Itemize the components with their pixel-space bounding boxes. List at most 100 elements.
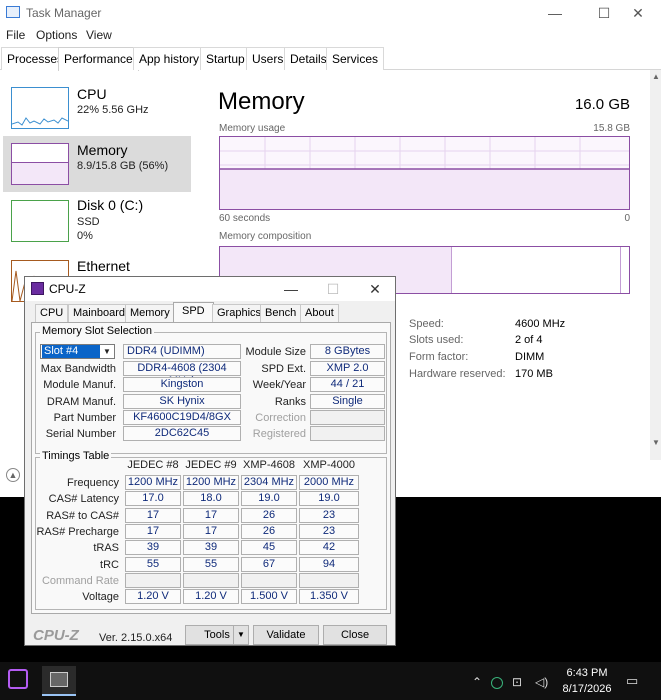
menu-options[interactable]: Options	[36, 28, 77, 42]
cpuz-tab-bench[interactable]: Bench	[260, 304, 302, 322]
timing-cell: 18.0	[183, 491, 239, 507]
timing-cell	[299, 572, 359, 588]
col-jedec8: JEDEC #8	[127, 459, 179, 471]
tab-users[interactable]: Users	[246, 47, 290, 70]
timing-cell: 1200 MHz	[183, 475, 239, 490]
stat-form-factor-value: DIMM	[515, 351, 545, 363]
memory-usage-graph	[219, 136, 630, 210]
week-year-label: Week/Year	[252, 379, 306, 391]
tools-dropdown-icon[interactable]: ▼	[233, 625, 249, 645]
graph-zero-label: 0	[624, 213, 630, 224]
part-number-value: KF4600C19D4/8GX	[123, 410, 241, 425]
module-size-label: Module Size	[245, 346, 306, 358]
cpuz-tab-graphics[interactable]: Graphics	[212, 304, 267, 322]
menu-file[interactable]: File	[6, 28, 25, 42]
correction-value	[310, 410, 385, 425]
slot-select-value: Slot #4	[42, 345, 100, 358]
cpuz-tab-about[interactable]: About	[300, 304, 339, 322]
chevron-up-icon[interactable]: ⌃	[472, 675, 482, 689]
dram-manuf-label: DRAM Manuf.	[46, 396, 116, 408]
clock-date[interactable]: 8/17/2026	[555, 683, 619, 695]
task-manager-titlebar[interactable]: Task Manager — ☐ ✕	[0, 0, 661, 26]
memory-usage-label: Memory usage	[219, 123, 286, 134]
timing-cell: 26	[241, 523, 297, 539]
validate-button[interactable]: Validate	[253, 625, 319, 645]
vertical-scrollbar[interactable]: ▲ ▼	[650, 70, 661, 460]
spd-ext-value: XMP 2.0	[310, 361, 385, 376]
cpuz-tab-mainboard[interactable]: Mainboard	[68, 304, 130, 322]
tab-startup[interactable]: Startup	[200, 47, 251, 70]
sidebar-item-disk[interactable]: Disk 0 (C:) SSD 0%	[3, 193, 191, 249]
network-icon[interactable]: ⊡	[512, 675, 522, 689]
timings-title: Timings Table	[40, 450, 112, 462]
tab-app-history[interactable]: App history	[133, 47, 206, 70]
timing-label: Command Rate	[41, 574, 119, 587]
timing-cell: 1200 MHz	[125, 475, 181, 490]
cpuz-maximize-button[interactable]: ☐	[313, 277, 353, 301]
timing-cell: 94	[299, 556, 359, 572]
start-icon[interactable]	[8, 669, 28, 689]
max-bandwidth-label: Max Bandwidth	[40, 363, 116, 375]
module-manuf-value: Kingston	[123, 377, 241, 392]
taskbar-app-taskmanager[interactable]	[42, 666, 76, 696]
timing-cell: 55	[183, 556, 239, 572]
slot-selection-title: Memory Slot Selection	[40, 325, 155, 337]
cpuz-logo: CPU-Z	[33, 627, 79, 644]
status-circle-icon[interactable]	[491, 677, 503, 689]
memory-graph	[11, 143, 69, 185]
scroll-down-icon[interactable]: ▼	[652, 438, 660, 447]
serial-number-label: Serial Number	[45, 428, 116, 440]
slot-select[interactable]: Slot #4 ▼	[40, 344, 115, 359]
close-button[interactable]: ✕	[615, 0, 661, 26]
ranks-label: Ranks	[274, 396, 306, 408]
cpuz-tab-spd[interactable]: SPD	[173, 302, 214, 323]
minimize-button[interactable]: —	[532, 0, 578, 26]
memory-total: 16.0 GB	[574, 96, 630, 113]
window-title: Task Manager	[26, 6, 102, 20]
timing-cell: 1.20 V	[183, 589, 239, 605]
timing-cell: 23	[299, 507, 359, 523]
cpuz-tab-memory[interactable]: Memory	[125, 304, 175, 322]
timing-cell: 1.350 V	[299, 589, 359, 605]
sidebar-item-memory[interactable]: Memory 8.9/15.8 GB (56%)	[3, 136, 191, 192]
cpuz-titlebar[interactable]: CPU-Z — ☐ ✕	[25, 277, 395, 301]
stat-form-factor-label: Form factor:	[409, 351, 469, 363]
sidebar-ethernet-name: Ethernet	[77, 258, 130, 274]
stat-speed-value: 4600 MHz	[515, 318, 566, 330]
sidebar-item-cpu[interactable]: CPU 22% 5.56 GHz	[3, 80, 191, 136]
module-size-value: 8 GBytes	[310, 344, 385, 359]
chevron-down-icon[interactable]: ▼	[100, 345, 114, 358]
menu-view[interactable]: View	[86, 28, 112, 42]
cpuz-close-btn[interactable]: Close	[323, 625, 387, 645]
timing-cell: 17	[125, 523, 181, 539]
sidebar-cpu-usage: 22% 5.56 GHz	[77, 104, 149, 116]
spd-panel: Memory Slot Selection Slot #4 ▼ DDR4 (UD…	[31, 322, 391, 614]
cpuz-version: Ver. 2.15.0.x64	[99, 632, 173, 644]
scroll-up-icon[interactable]: ▲	[652, 72, 660, 81]
tab-performance[interactable]: Performance	[58, 47, 139, 71]
timing-cell: 39	[183, 540, 239, 556]
sidebar-disk-usage: 0%	[77, 230, 93, 242]
timing-cell: 23	[299, 523, 359, 539]
sidebar-cpu-name: CPU	[77, 86, 107, 102]
cpuz-tab-cpu[interactable]: CPU	[35, 304, 69, 322]
disk-graph	[11, 200, 69, 242]
timing-label: tRC	[100, 558, 119, 571]
timing-label: tRAS	[93, 542, 119, 555]
tab-services[interactable]: Services	[326, 47, 385, 70]
fewer-details-icon[interactable]: ▲	[6, 468, 20, 482]
cpu-graph	[11, 87, 69, 129]
timing-label: CAS# Latency	[48, 493, 119, 506]
timing-cell: 17	[183, 523, 239, 539]
serial-number-value: 2DC62C45	[123, 426, 241, 441]
slot-type: DDR4 (UDIMM)	[123, 344, 241, 359]
timing-cell: 26	[241, 507, 297, 523]
volume-icon[interactable]: ◁)	[535, 675, 548, 689]
cpuz-close-button[interactable]: ✕	[355, 277, 395, 301]
notification-icon[interactable]: ▭	[626, 673, 638, 689]
cpuz-window: CPU-Z — ☐ ✕ CPU Mainboard Memory SPD Gra…	[24, 276, 396, 646]
clock-time[interactable]: 6:43 PM	[557, 667, 617, 679]
timing-cell	[125, 572, 181, 588]
cpuz-minimize-button[interactable]: —	[271, 277, 311, 301]
timing-cell: 17	[125, 507, 181, 523]
